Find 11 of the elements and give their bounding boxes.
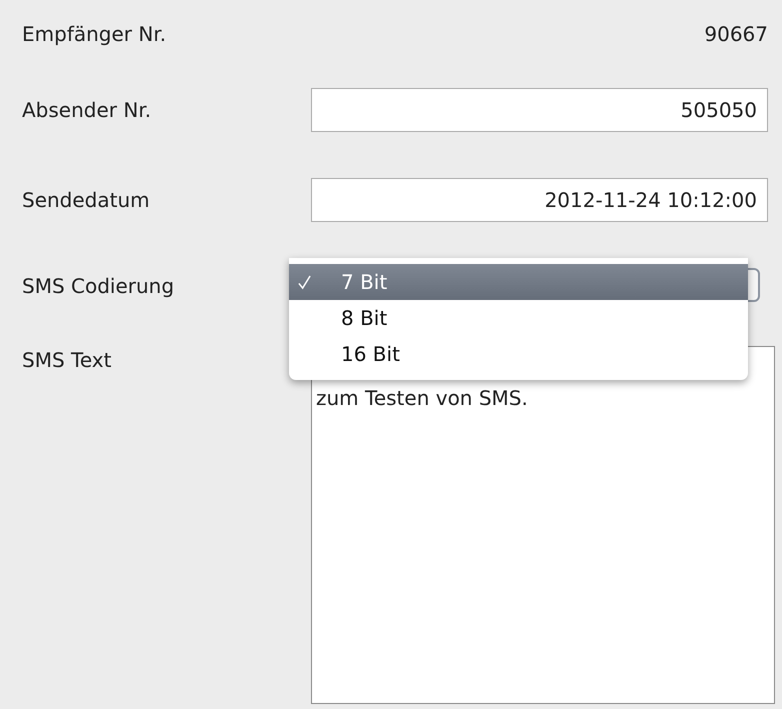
menu-item[interactable]: 8 Bit [289,300,748,336]
field-label: Empfänger Nr. [22,22,166,46]
checkmark-icon [298,275,311,290]
input-field[interactable]: 505050 [311,88,768,132]
field-label: Sendedatum [22,188,150,212]
field-label: SMS Text [22,347,112,372]
field-label: SMS Codierung [22,274,174,298]
input-field[interactable]: 2012-11-24 10:12:00 [311,178,768,222]
field-value: 90667 [703,22,768,46]
field-label: Absender Nr. [22,98,152,122]
menu-item[interactable]: 7 Bit [289,264,748,300]
